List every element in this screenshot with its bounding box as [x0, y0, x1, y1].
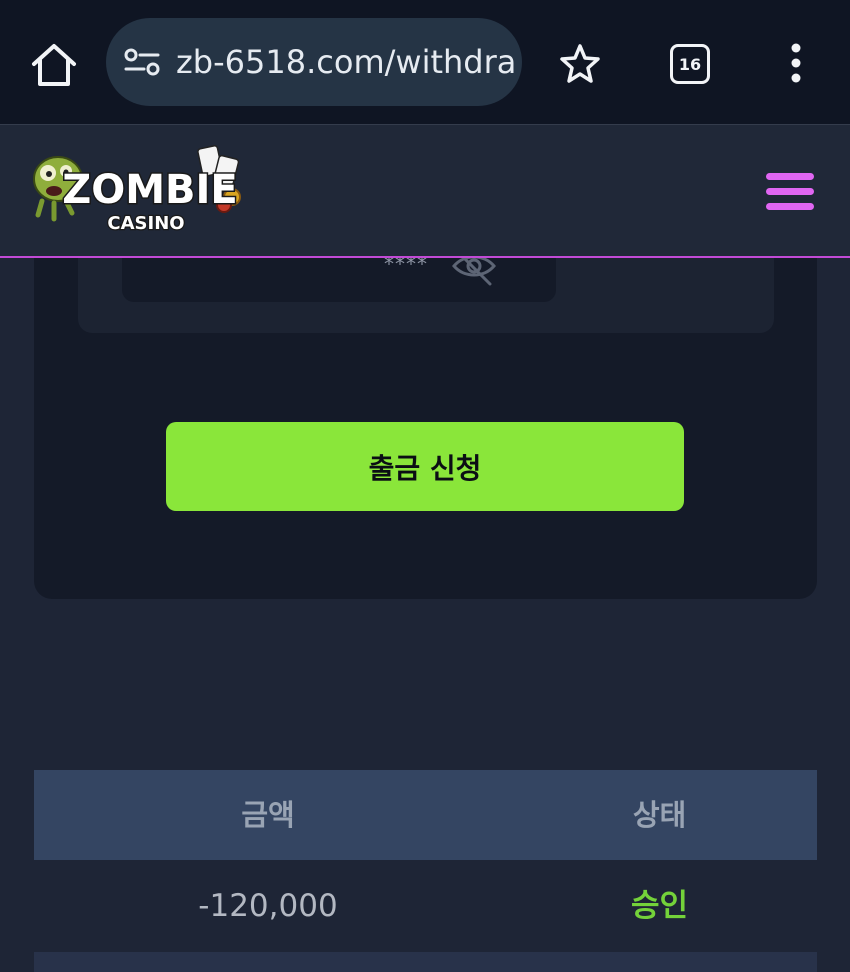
address-bar[interactable]: zb-6518.com/withdra	[106, 18, 522, 106]
withdraw-form-panel: **** 출금 신청	[34, 258, 817, 599]
site-settings-icon[interactable]	[124, 48, 160, 76]
table-header-row: 금액 상태	[34, 770, 817, 860]
home-icon[interactable]	[26, 38, 82, 90]
url-text[interactable]: zb-6518.com/withdra	[176, 40, 516, 84]
password-mask: ****	[384, 258, 428, 276]
table-row	[34, 952, 817, 972]
table-row: -120,000 승인	[34, 860, 817, 952]
more-vert-icon[interactable]	[784, 40, 808, 88]
bookmark-star-icon[interactable]	[558, 42, 602, 86]
form-field-group: ****	[78, 258, 774, 333]
tab-count: 16	[678, 54, 702, 74]
hamburger-menu-icon[interactable]	[766, 173, 814, 211]
cell-status: 승인	[630, 888, 689, 924]
browser-toolbar: zb-6518.com/withdra 16	[0, 0, 850, 124]
cell-amount: -120,000	[198, 888, 338, 924]
tab-switcher-button[interactable]: 16	[670, 44, 710, 84]
logo-subtitle: CASINO	[107, 213, 184, 234]
eye-off-icon[interactable]	[450, 258, 498, 288]
withdraw-history-table: 금액 상태 -120,000 승인	[34, 770, 817, 972]
header-status: 상태	[632, 798, 687, 832]
withdraw-request-button[interactable]: 출금 신청	[166, 422, 684, 511]
site-header: ZOMBIE CASINO	[0, 124, 850, 258]
password-input[interactable]: ****	[122, 258, 556, 302]
header-amount: 금액	[241, 798, 295, 832]
logo-title: ZOMBIE	[62, 167, 238, 213]
zombie-casino-logo[interactable]: ZOMBIE CASINO	[28, 143, 250, 243]
